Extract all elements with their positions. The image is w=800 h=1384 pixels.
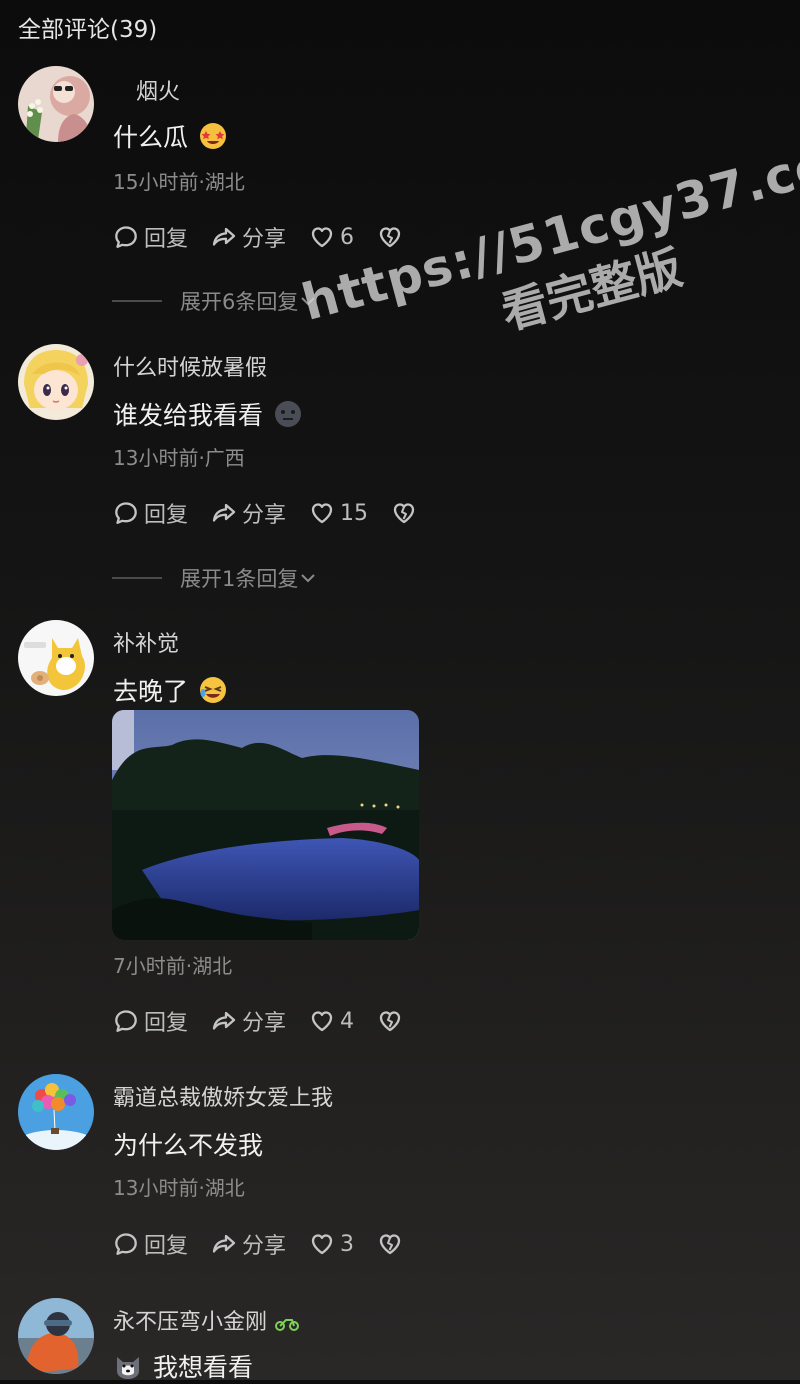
avatar[interactable] [18,66,94,142]
like-button[interactable]: 15 [308,499,368,527]
comment-text: 我想看看 [113,1348,253,1384]
share-label: 分享 [242,1011,287,1036]
comment-bubble-icon [112,223,140,251]
comment-meta: 7小时前·湖北 [113,954,233,978]
broken-heart-icon [376,223,404,251]
chevron-down-icon [301,297,316,306]
comment-bubble-icon [112,1230,140,1258]
watermark: https://51cgy37.com 看完整版 [296,122,800,392]
expand-label: 展开1条回复 [180,567,299,591]
share-arrow-icon [210,1230,238,1258]
like-count: 3 [340,1231,355,1257]
avatar[interactable] [18,620,94,696]
expand-replies[interactable]: 展开1条回复 [112,563,318,593]
share-arrow-icon [210,1007,238,1035]
comment-text: 谁发给我看看 [113,396,303,432]
reply-button[interactable]: 回复 [112,1005,188,1037]
comment-body: 为什么不发我 [113,1131,264,1160]
like-count: 4 [340,1008,355,1034]
husky-emoji [117,1357,139,1379]
heart-icon [308,499,336,527]
comment-actions: 回复 分享 3 [112,1229,426,1259]
comment-actions: 回复 分享 15 [112,498,440,528]
share-label: 分享 [242,503,287,528]
share-label: 分享 [242,227,287,252]
comment-bubble-icon [112,1007,140,1035]
comment-meta: 13小时前·广西 [113,446,245,470]
comment-body: 去晚了 [113,677,189,706]
share-button[interactable]: 分享 [210,497,286,529]
share-label: 分享 [242,1234,287,1259]
broken-heart-icon [376,1230,404,1258]
heart-icon [308,1007,336,1035]
comment-username[interactable]: 霸道总裁傲娇女爱上我 [113,1080,333,1112]
divider-line [112,577,162,579]
watermark-tag: 看完整版 [495,240,688,340]
expand-label: 展开6条回复 [180,290,299,314]
chevron-down-icon [301,574,316,583]
like-button[interactable]: 6 [308,223,354,251]
comment-meta: 13小时前·湖北 [113,1176,245,1200]
comment-username[interactable]: 永不压弯小金刚 [113,1304,300,1336]
reply-label: 回复 [144,1234,189,1259]
comment-body: 谁发给我看看 [113,401,264,430]
expand-replies[interactable]: 展开6条回复 [112,286,318,316]
laughing-emoji [200,677,227,703]
like-button[interactable]: 4 [308,1007,354,1035]
share-button[interactable]: 分享 [210,1228,286,1260]
reply-button[interactable]: 回复 [112,1228,188,1260]
comment-text: 什么瓜 [113,118,228,154]
comment-username[interactable]: 补补觉 [113,626,179,658]
heart-icon [308,223,336,251]
avatar[interactable] [18,1298,94,1374]
star-eyes-emoji [200,123,227,149]
avatar[interactable] [18,344,94,420]
comment-bubble-icon [112,499,140,527]
comment-photo[interactable] [112,710,419,940]
dark-face-emoji [275,401,302,427]
username-text: 永不压弯小金刚 [113,1310,268,1335]
motorcycle-icon [275,1319,300,1331]
reply-label: 回复 [144,227,189,252]
dislike-button[interactable] [376,223,404,251]
dislike-button[interactable] [390,499,418,527]
like-count: 15 [340,500,369,526]
reply-button[interactable]: 回复 [112,497,188,529]
broken-heart-icon [376,1007,404,1035]
dislike-button[interactable] [376,1230,404,1258]
comment-body: 我想看看 [153,1353,254,1382]
comment-text: 为什么不发我 [113,1126,263,1162]
share-arrow-icon [210,223,238,251]
share-button[interactable]: 分享 [210,1005,286,1037]
divider-line [112,300,162,302]
comment-actions: 回复 分享 6 [112,222,426,252]
avatar[interactable] [18,1074,94,1150]
reply-label: 回复 [144,1011,189,1036]
dislike-button[interactable] [376,1007,404,1035]
comment-body: 什么瓜 [113,123,189,152]
reply-label: 回复 [144,503,189,528]
comments-header: 全部评论(39) [18,17,158,43]
like-button[interactable]: 3 [308,1230,354,1258]
broken-heart-icon [390,499,418,527]
share-arrow-icon [210,499,238,527]
comment-actions: 回复 分享 4 [112,1006,426,1036]
comment-text: 去晚了 [113,672,228,708]
like-count: 6 [340,224,355,250]
comment-username[interactable]: 烟火 [136,74,180,106]
comment-meta: 15小时前·湖北 [113,170,245,194]
share-button[interactable]: 分享 [210,221,286,253]
heart-icon [308,1230,336,1258]
reply-button[interactable]: 回复 [112,221,188,253]
comment-username[interactable]: 什么时候放暑假 [113,350,267,382]
